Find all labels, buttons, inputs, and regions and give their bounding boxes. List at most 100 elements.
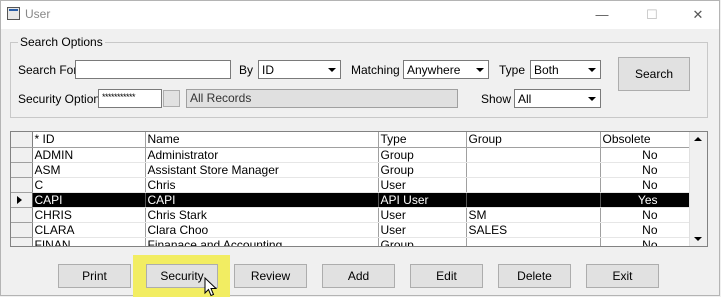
records-display: All Records [186, 89, 458, 108]
cell-name[interactable]: Administrator [145, 147, 379, 163]
cell-obsolete[interactable]: No [600, 237, 691, 246]
row-indicator[interactable] [11, 237, 33, 246]
row-indicator[interactable] [11, 177, 33, 193]
cell-type[interactable]: User [378, 207, 467, 223]
cell-group[interactable]: SALES [466, 222, 601, 238]
window-title: User [25, 7, 51, 21]
show-select[interactable]: All [514, 89, 601, 108]
add-button[interactable]: Add [322, 264, 395, 288]
cell-name[interactable]: Assistant Store Manager [145, 162, 379, 178]
cell-obsolete[interactable]: No [600, 177, 691, 193]
edit-button[interactable]: Edit [410, 264, 483, 288]
search-button[interactable]: Search [618, 57, 690, 91]
close-button[interactable]: ✕ [675, 1, 721, 29]
search-options-legend: Search Options [18, 35, 105, 49]
type-select-value: Both [534, 63, 559, 77]
app-window-icon [7, 7, 20, 20]
column-header-type[interactable]: Type [378, 132, 467, 148]
type-label: Type [499, 63, 526, 77]
maximize-button[interactable]: ☐ [629, 1, 675, 29]
table-row[interactable]: C Chris User No [11, 177, 691, 193]
cell-name[interactable]: Clara Choo [145, 222, 379, 238]
scroll-up-icon[interactable] [694, 137, 702, 141]
column-header-id[interactable]: * ID [32, 132, 146, 148]
cell-name[interactable]: CAPI [145, 192, 379, 208]
user-grid[interactable]: * ID Name Type Group Obsolete ADMIN Admin… [10, 131, 708, 247]
show-label: Show [481, 92, 512, 106]
current-row-arrow-icon [17, 195, 22, 204]
matching-select[interactable]: Anywhere [403, 60, 489, 79]
type-dropdown-arrow-icon[interactable] [584, 62, 599, 77]
cell-obsolete[interactable]: No [600, 207, 691, 223]
cell-id[interactable]: CHRIS [32, 207, 146, 223]
cell-group[interactable] [466, 192, 601, 208]
exit-button[interactable]: Exit [586, 264, 659, 288]
cell-id[interactable]: FINAN [32, 237, 146, 246]
column-header-obsolete[interactable]: Obsolete [600, 132, 691, 148]
by-select[interactable]: ID [258, 60, 341, 79]
cell-type[interactable]: API User [378, 192, 467, 208]
cell-obsolete[interactable]: No [600, 222, 691, 238]
column-header-name[interactable]: Name [145, 132, 379, 148]
show-dropdown-arrow-icon[interactable] [584, 91, 599, 106]
table-row[interactable]: ADMIN Administrator Group No [11, 147, 691, 163]
cell-type[interactable]: Group [378, 147, 467, 163]
user-window: User — ☐ ✕ Search Options Search For By … [0, 0, 720, 297]
cell-id[interactable]: ASM [32, 162, 146, 178]
type-select[interactable]: Both [530, 60, 601, 79]
review-button[interactable]: Review [234, 264, 307, 288]
matching-dropdown-arrow-icon[interactable] [472, 62, 487, 77]
row-indicator[interactable] [11, 222, 33, 238]
security-option-input[interactable]: *********** [98, 89, 162, 108]
cell-id[interactable]: ADMIN [32, 147, 146, 163]
cell-obsolete[interactable]: No [600, 162, 691, 178]
row-indicator[interactable] [11, 147, 33, 163]
row-indicator[interactable] [11, 207, 33, 223]
cell-group[interactable] [466, 162, 601, 178]
cell-obsolete[interactable]: Yes [600, 192, 691, 208]
mouse-pointer-icon [204, 277, 218, 297]
cell-name[interactable]: Chris [145, 177, 379, 193]
by-dropdown-arrow-icon[interactable] [324, 62, 339, 77]
cell-id[interactable]: C [32, 177, 146, 193]
user-table: * ID Name Type Group Obsolete ADMIN Admin… [11, 132, 691, 246]
cell-type[interactable]: Group [378, 237, 467, 246]
cell-obsolete[interactable]: No [600, 147, 691, 163]
scroll-down-icon[interactable] [694, 237, 702, 241]
by-select-value: ID [262, 63, 274, 77]
cell-group[interactable] [466, 177, 601, 193]
matching-label: Matching [351, 63, 400, 77]
cell-name[interactable]: Chris Stark [145, 207, 379, 223]
minimize-button[interactable]: — [579, 1, 625, 29]
table-row[interactable]: FINAN Finanace and Accounting Group No [11, 237, 691, 246]
grid-vertical-scrollbar[interactable] [689, 132, 707, 246]
security-option-lookup-button[interactable] [163, 90, 180, 107]
table-row[interactable]: CHRIS Chris Stark User SM No [11, 207, 691, 223]
row-indicator[interactable] [11, 192, 33, 208]
print-button[interactable]: Print [58, 264, 131, 288]
cell-name[interactable]: Finanace and Accounting [145, 237, 379, 246]
row-indicator[interactable] [11, 162, 33, 178]
search-for-input[interactable] [75, 60, 231, 79]
cell-id[interactable]: CLARA [32, 222, 146, 238]
table-row[interactable]: ASM Assistant Store Manager Group No [11, 162, 691, 178]
title-bar: User — ☐ ✕ [1, 1, 719, 29]
cell-id[interactable]: CAPI [32, 192, 146, 208]
matching-select-value: Anywhere [407, 63, 461, 77]
table-row[interactable]: CLARA Clara Choo User SALES No [11, 222, 691, 238]
cell-type[interactable]: User [378, 222, 467, 238]
security-option-label: Security Option [18, 92, 101, 106]
cell-type[interactable]: User [378, 177, 467, 193]
header-indicator [11, 132, 33, 148]
by-label: By [239, 63, 254, 77]
header-row: * ID Name Type Group Obsolete [11, 132, 691, 148]
column-header-group[interactable]: Group [466, 132, 601, 148]
show-select-value: All [518, 92, 532, 106]
delete-button[interactable]: Delete [498, 264, 571, 288]
cell-group[interactable]: SM [466, 207, 601, 223]
cell-group[interactable] [466, 147, 601, 163]
table-row[interactable]: CAPI CAPI API User Yes [11, 192, 691, 208]
cell-type[interactable]: Group [378, 162, 467, 178]
cell-group[interactable] [466, 237, 601, 246]
search-for-label: Search For [18, 63, 78, 77]
